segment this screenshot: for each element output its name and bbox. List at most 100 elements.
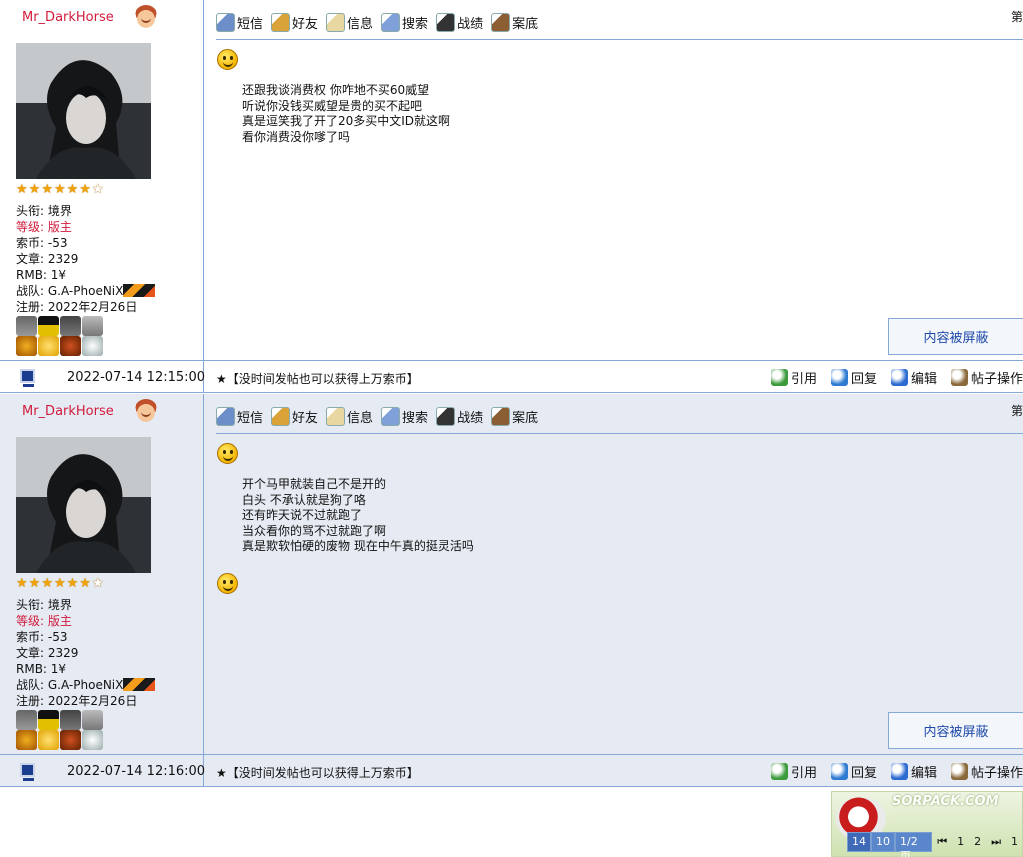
- articles-value: 2329: [47, 252, 79, 266]
- user-info: 头衔: 境界 等级: 版主 索币: -53 文章: 2329 RMB: 1¥ 战…: [16, 203, 156, 315]
- divider: [216, 433, 1023, 434]
- case-icon: [491, 12, 511, 32]
- message-body: 还跟我谈消费权 你咋地不买60威望 听说你没钱买威望是贵的买不起吧 真是逗笑我了开了…: [242, 83, 450, 145]
- edit-button[interactable]: 编辑: [890, 368, 937, 387]
- post-1: Mr_DarkHorse ★★★★★★★ 头衔: 境界 等级: 版主 索币: -…: [0, 0, 1023, 393]
- user-toolbar: 短信 好友 信息 搜索 战绩 案底: [216, 404, 538, 428]
- search-icon: [381, 12, 401, 32]
- post-actions: 引用 回复 编辑 帖子操作: [770, 762, 1023, 781]
- toolbar-record-button[interactable]: 战绩: [436, 406, 484, 426]
- medal-list: [16, 710, 108, 750]
- coins-value: -53: [47, 630, 68, 644]
- signature-link[interactable]: ★【没时间发帖也可以获得上万索币】: [216, 764, 419, 781]
- divider: [216, 39, 1023, 40]
- quote-button[interactable]: 引用: [770, 762, 817, 781]
- toolbar-search-button[interactable]: 搜索: [381, 12, 428, 32]
- online-face-icon: [134, 5, 158, 29]
- record-icon: [436, 406, 456, 426]
- username-link[interactable]: Mr_DarkHorse: [22, 10, 114, 25]
- computer-icon: [20, 763, 35, 781]
- toolbar-label: 好友: [292, 16, 319, 32]
- post-content: 短信 好友 信息 搜索 战绩 案底 第 开个马甲就装自己不是开的 白头 不承认就是狗了咯 还有…: [204, 394, 1023, 754]
- watermark-text: SORPACK.COM: [892, 794, 999, 809]
- toolbar-info-button[interactable]: 信息: [326, 406, 373, 426]
- team-flag-icon: [123, 284, 156, 297]
- register-label: 注册:: [16, 694, 45, 708]
- edit-button[interactable]: 编辑: [890, 762, 937, 781]
- message-line: 真是逗笑我了开了20多买中文ID就这啊: [242, 114, 451, 129]
- wink-icon: [217, 573, 238, 594]
- last-page-button[interactable]: ⏭: [986, 832, 1006, 852]
- toolbar-message-button[interactable]: 短信: [216, 12, 264, 32]
- post-footer: 2022-07-14 12:16:00 ★【没时间发帖也可以获得上万索币】 引用…: [0, 754, 1023, 787]
- pagination: 14 10 1/2页 ⏮ 1 2 ⏭ 1: [847, 832, 1023, 857]
- message-line: 真是欺软怕硬的废物 现在中午真的挺灵活吗: [242, 539, 474, 554]
- toolbar-label: 战绩: [457, 16, 484, 32]
- message-line: 白头 不承认就是狗了咯: [242, 492, 366, 507]
- toolbar-label: 好友: [292, 410, 319, 426]
- register-label: 注册:: [16, 300, 45, 314]
- first-page-button[interactable]: ⏮: [932, 832, 952, 852]
- message-line: 还有昨天说不过就跑了: [242, 508, 363, 523]
- rmb-label: RMB:: [16, 268, 47, 282]
- avatar[interactable]: [16, 437, 151, 573]
- toolbar-label: 战绩: [457, 410, 484, 426]
- post-ops-button[interactable]: 帖子操作: [950, 368, 1023, 387]
- star-filled-icon: ★: [79, 576, 92, 591]
- team-link[interactable]: G.A-PhoeNiX: [48, 284, 124, 298]
- medal-icon: [38, 710, 59, 730]
- toolbar-info-button[interactable]: 信息: [326, 12, 374, 32]
- medal-list: [16, 316, 108, 356]
- quote-button[interactable]: 引用: [770, 368, 817, 387]
- post-content: 短信 好友 信息 搜索 战绩 案底 第 还跟我谈消费权 你咋地不买60威望 听说你没钱买威望…: [204, 0, 1023, 360]
- toolbar-label: 短信: [237, 16, 264, 32]
- page-1-link[interactable]: 1: [952, 832, 969, 852]
- toolbar-record-button[interactable]: 战绩: [436, 12, 484, 32]
- reply-button[interactable]: 回复: [830, 762, 877, 781]
- star-filled-icon: ★: [16, 182, 29, 197]
- post-footer: 2022-07-14 12:15:00 ★【没时间发帖也可以获得上万索币】 引用…: [0, 360, 1023, 393]
- toolbar-search-button[interactable]: 搜索: [381, 406, 429, 426]
- action-label: 帖子操作: [970, 372, 1023, 387]
- action-label: 回复: [850, 766, 877, 781]
- toolbar-label: 案底: [512, 16, 539, 32]
- username-link[interactable]: Mr_DarkHorse: [22, 404, 114, 419]
- action-label: 编辑: [910, 372, 937, 387]
- reply-button[interactable]: 回复: [830, 368, 877, 387]
- star-filled-icon: ★: [41, 182, 54, 197]
- medal-icon: [82, 710, 103, 730]
- toolbar-friend-button[interactable]: 好友: [271, 406, 319, 426]
- post-ops-button[interactable]: 帖子操作: [950, 762, 1023, 781]
- rank-stars: ★★★★★★★: [16, 577, 105, 591]
- articles-label: 文章:: [16, 646, 45, 660]
- level-label: 等级:: [16, 614, 45, 628]
- toolbar-label: 信息: [347, 16, 374, 32]
- post-datetime: 2022-07-14 12:16:00: [67, 764, 206, 779]
- toolbar-label: 搜索: [402, 410, 429, 426]
- action-label: 帖子操作: [970, 766, 1023, 781]
- avatar[interactable]: [16, 43, 151, 179]
- medal-icon: [82, 730, 103, 750]
- user-panel: Mr_DarkHorse ★★★★★★★ 头衔: 境界 等级: 版主 索币: -…: [0, 0, 204, 360]
- page-2-link[interactable]: 2: [969, 832, 986, 852]
- register-value: 2022年2月26日: [47, 300, 138, 314]
- blocked-content-button[interactable]: 内容被屏蔽: [888, 712, 1023, 749]
- user-info: 头衔: 境界 等级: 版主 索币: -53 文章: 2329 RMB: 1¥ 战…: [16, 597, 156, 709]
- toolbar-message-button[interactable]: 短信: [216, 406, 263, 426]
- floor-number: 第: [1010, 404, 1023, 418]
- toolbar-case-button[interactable]: 案底: [491, 12, 539, 32]
- medal-icon: [16, 316, 37, 336]
- rmb-label: RMB:: [16, 662, 47, 676]
- star-empty-icon: ★: [91, 576, 105, 591]
- medal-icon: [16, 710, 37, 730]
- rank-stars: ★★★★★★★: [16, 183, 105, 197]
- medal-icon: [38, 336, 59, 356]
- team-label: 战队:: [16, 678, 45, 692]
- toolbar-case-button[interactable]: 案底: [491, 406, 538, 426]
- signature-link[interactable]: ★【没时间发帖也可以获得上万索币】: [216, 370, 419, 387]
- blocked-content-button[interactable]: 内容被屏蔽: [888, 318, 1023, 355]
- medal-icon: [16, 730, 37, 750]
- team-link[interactable]: G.A-PhoeNiX: [48, 678, 124, 692]
- toolbar-friend-button[interactable]: 好友: [271, 12, 319, 32]
- coins-value: -53: [47, 236, 68, 250]
